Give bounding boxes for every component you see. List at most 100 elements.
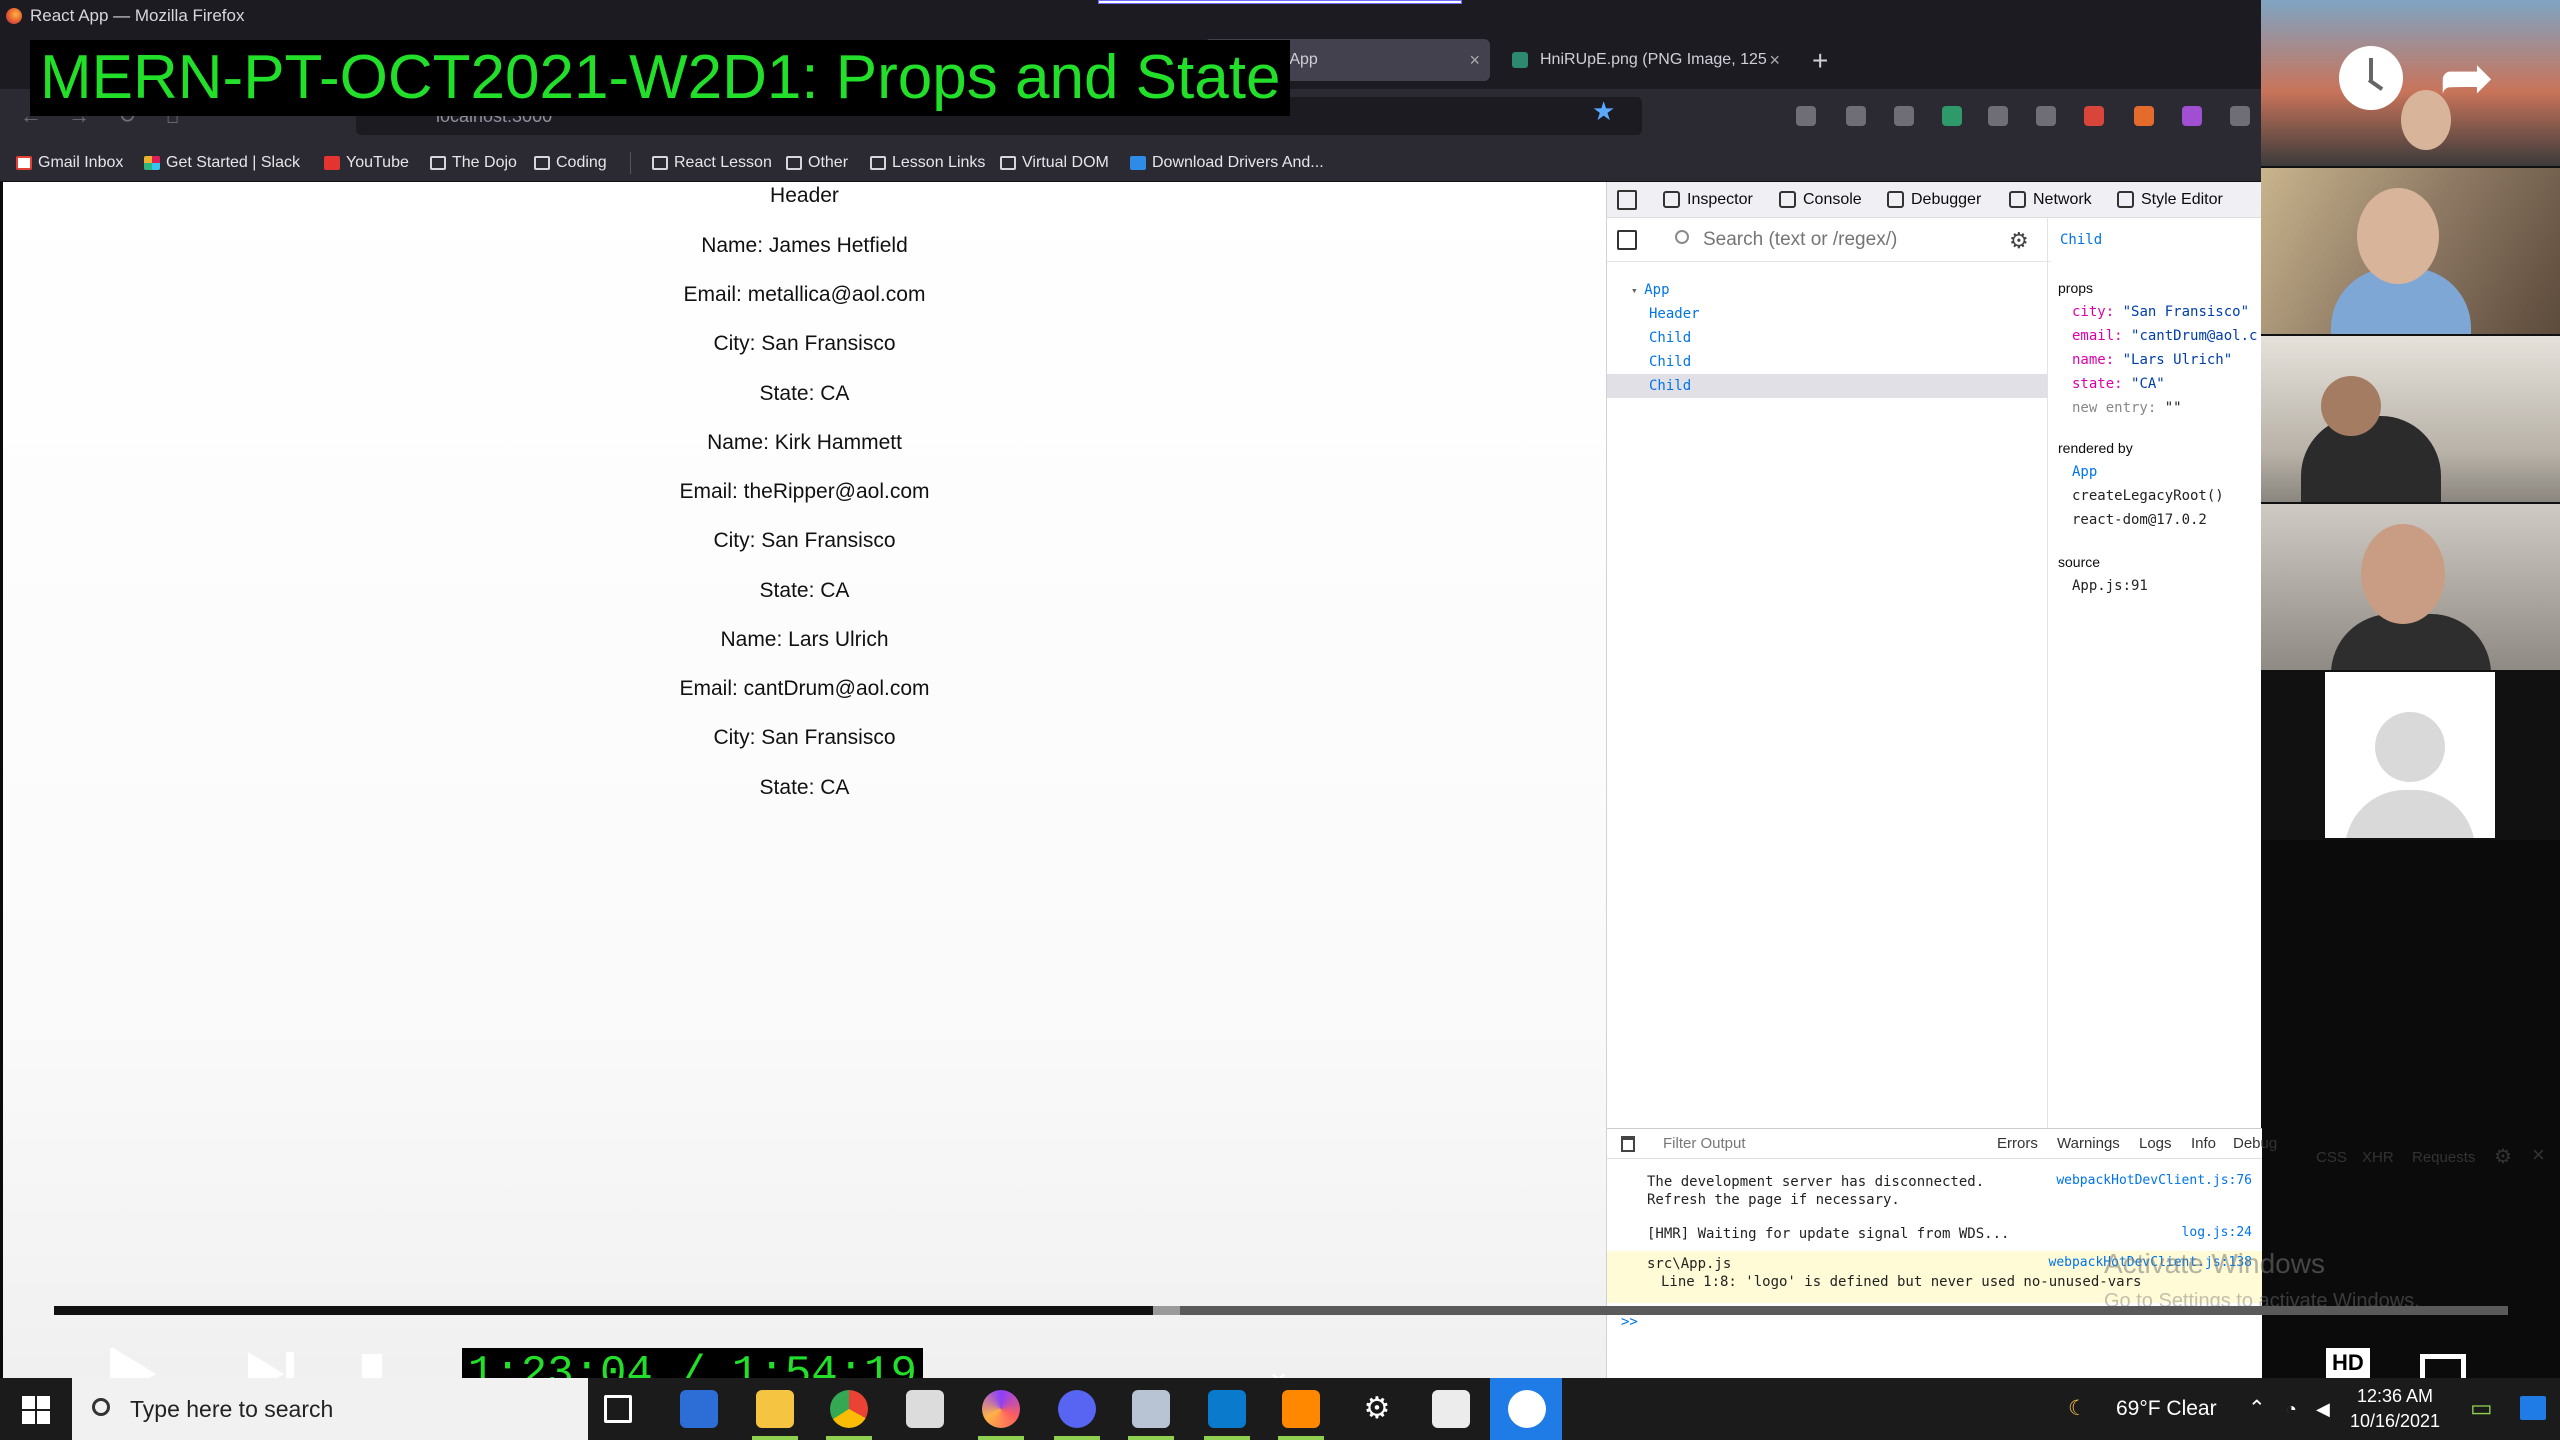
tree-node-child[interactable]: Child	[1607, 350, 2047, 374]
prop-row[interactable]: city: "San Fransisco"	[2072, 304, 2249, 320]
task-view-icon[interactable]	[604, 1395, 632, 1423]
snip-tool-icon[interactable]	[1508, 1390, 1546, 1428]
extension-icon[interactable]	[2134, 106, 2154, 126]
bookmark-virtual-dom[interactable]: Virtual DOM	[1000, 144, 1109, 182]
console-prompt[interactable]: >>	[1621, 1313, 1638, 1331]
tab-style-editor[interactable]: Style Editor	[2113, 182, 2223, 218]
prop-row[interactable]: name: "Lars Ulrich"	[2072, 352, 2232, 368]
tab-label: Network	[2033, 191, 2092, 208]
extensions-icon[interactable]	[2182, 106, 2202, 126]
activate-windows-watermark: Activate Windows	[2104, 1248, 2325, 1279]
hd-badge[interactable]: HD	[2326, 1348, 2370, 1378]
windows-start-icon[interactable]	[22, 1396, 50, 1424]
filter-errors[interactable]: Errors	[1997, 1135, 2038, 1152]
bookmark-other[interactable]: Other	[786, 144, 848, 182]
screen: React App — Mozilla Firefox React App × …	[0, 0, 2560, 1440]
extension-icon[interactable]	[1942, 106, 1962, 126]
gear-icon[interactable]: ⚙	[2009, 228, 2029, 254]
trash-icon[interactable]	[1621, 1136, 1635, 1152]
filter-requests[interactable]: Requests	[2412, 1149, 2475, 1166]
network-icon[interactable]: ◔	[2286, 1378, 2297, 1440]
mail-icon[interactable]	[906, 1390, 944, 1428]
bookmark-the-dojo[interactable]: The Dojo	[430, 144, 517, 182]
tab-debugger[interactable]: Debugger	[1883, 182, 1981, 218]
new-prop-row[interactable]: new entry: ""	[2072, 400, 2182, 416]
notifications-icon[interactable]	[2520, 1396, 2546, 1420]
library-icon[interactable]	[2036, 106, 2056, 126]
element-picker-icon[interactable]	[1617, 190, 1637, 210]
folder-icon	[534, 156, 550, 170]
chevron-down-icon[interactable]: ⌄	[1266, 1354, 1291, 1378]
bookmark-lesson-links[interactable]: Lesson Links	[870, 144, 985, 182]
tab-console[interactable]: Console	[1775, 182, 1862, 218]
taskbar-search-box[interactable]: Type here to search	[72, 1378, 588, 1440]
tree-node-header[interactable]: Header	[1607, 302, 2047, 326]
discord-icon[interactable]	[1058, 1390, 1096, 1428]
weather-text[interactable]: 69°F Clear	[2116, 1378, 2217, 1440]
file-explorer-icon[interactable]	[756, 1390, 794, 1428]
vlc-icon[interactable]	[1282, 1390, 1320, 1428]
fullscreen-exit-icon[interactable]	[2420, 1354, 2466, 1378]
bookmark-star-icon[interactable]: ★	[1592, 96, 1615, 127]
notes-app-icon[interactable]	[680, 1390, 718, 1428]
select-component-icon[interactable]	[1617, 230, 1637, 250]
taskbar-clock[interactable]: 12:36 AM 10/16/2021	[2340, 1384, 2450, 1434]
volume-icon[interactable]: ◀	[2316, 1378, 2330, 1440]
photos-icon[interactable]	[1432, 1390, 1470, 1428]
close-tab-icon[interactable]: ×	[1469, 39, 1480, 81]
volume-icon[interactable]	[362, 1354, 382, 1378]
tab-inspector[interactable]: Inspector	[1659, 182, 1753, 218]
play-icon[interactable]	[110, 1348, 156, 1378]
folder-icon	[430, 156, 446, 170]
chrome-icon[interactable]	[830, 1390, 868, 1428]
console-source-link[interactable]: log.js:24	[2182, 1225, 2252, 1240]
close-tab-icon[interactable]: ×	[1769, 39, 1780, 81]
filter-css[interactable]: CSS	[2316, 1149, 2347, 1166]
component-search-input[interactable]	[1663, 226, 1983, 254]
pocket-icon[interactable]	[1796, 106, 1816, 126]
vscode-icon[interactable]	[1208, 1390, 1246, 1428]
filter-xhr[interactable]: XHR	[2362, 1149, 2394, 1166]
bookmark-slack[interactable]: Get Started | Slack	[144, 144, 300, 182]
tab-network[interactable]: Network	[2005, 182, 2092, 218]
gear-icon[interactable]: ⚙	[2494, 1144, 2512, 1169]
bookmark-gmail-inbox[interactable]: Gmail Inbox	[16, 144, 123, 182]
bookmark-youtube[interactable]: YouTube	[324, 144, 409, 182]
filter-logs[interactable]: Logs	[2139, 1135, 2172, 1152]
bookmark-coding[interactable]: Coding	[534, 144, 607, 182]
app-icon[interactable]	[1132, 1390, 1170, 1428]
wordpress-icon[interactable]	[1846, 106, 1866, 126]
tree-node-child-selected[interactable]: Child	[1607, 374, 2047, 398]
next-icon[interactable]	[248, 1352, 284, 1378]
close-icon[interactable]: ×	[2532, 1142, 2545, 1168]
settings-gear-icon[interactable]: ⚙	[1358, 1390, 1396, 1428]
tree-node-child[interactable]: Child	[1607, 326, 2047, 350]
firefox-icon[interactable]	[982, 1390, 1020, 1428]
prop-row[interactable]: state: "CA"	[2072, 376, 2165, 392]
video-time: 1:23:04 / 1:54:19	[462, 1348, 923, 1378]
filter-debug[interactable]: Debug	[2233, 1135, 2277, 1152]
menu-icon[interactable]	[2230, 106, 2250, 126]
extension-icon[interactable]	[2084, 106, 2104, 126]
filter-output-input[interactable]: Filter Output	[1663, 1135, 1746, 1152]
share-icon[interactable]: ➦	[2439, 44, 2494, 110]
tree-node-app[interactable]: App	[1607, 278, 2047, 302]
filter-warnings[interactable]: Warnings	[2057, 1135, 2120, 1152]
child-name: Name: James Hetfield	[701, 234, 908, 257]
bookmark-download-drivers[interactable]: Download Drivers And...	[1130, 144, 1324, 182]
rendered-by-app[interactable]: App	[2072, 464, 2097, 480]
source-link[interactable]: App.js:91	[2072, 578, 2148, 594]
tab-png-image[interactable]: HniRUpE.png (PNG Image, 125 ×	[1500, 39, 1790, 81]
filter-info[interactable]: Info	[2191, 1135, 2216, 1152]
new-tab-button[interactable]: +	[1812, 45, 1828, 77]
bookmark-react-lesson[interactable]: React Lesson	[652, 144, 772, 182]
tray-chevron-up-icon[interactable]: ⌃	[2248, 1378, 2266, 1440]
console-source-link[interactable]: webpackHotDevClient.js:76	[2056, 1173, 2252, 1188]
chat-icon[interactable]: ▭	[2470, 1378, 2493, 1440]
pen-icon[interactable]	[1988, 106, 2008, 126]
clock-icon[interactable]	[2339, 46, 2403, 110]
captions-icon[interactable]	[2178, 1360, 2232, 1378]
video-progress-bar[interactable]	[54, 1306, 2508, 1315]
amazon-icon[interactable]	[1894, 106, 1914, 126]
prop-row[interactable]: email: "cantDrum@aol.c	[2072, 328, 2257, 344]
